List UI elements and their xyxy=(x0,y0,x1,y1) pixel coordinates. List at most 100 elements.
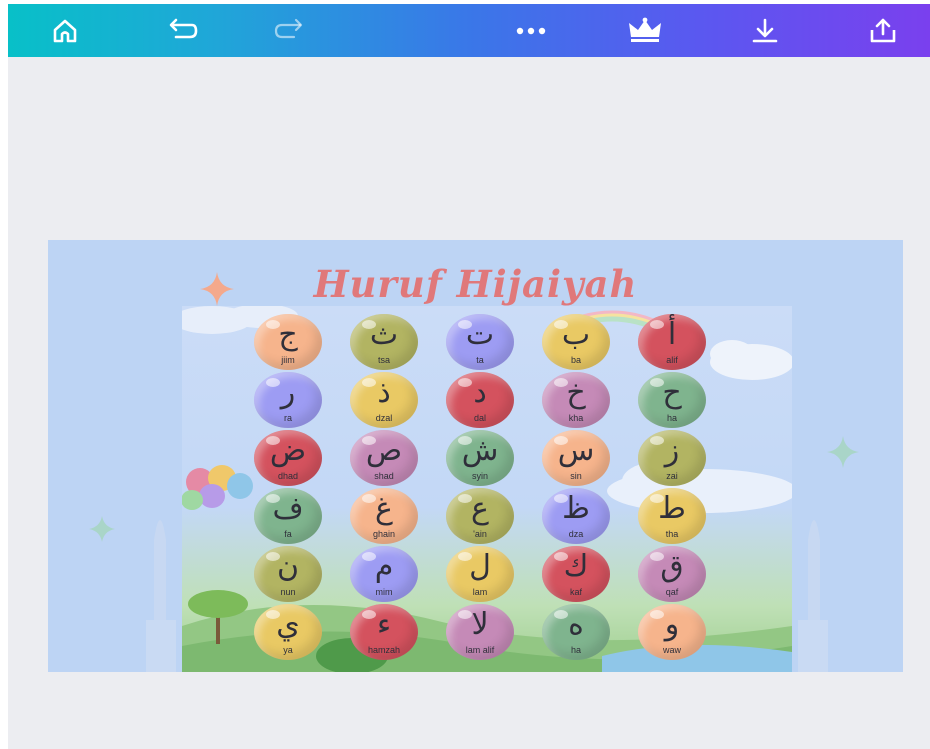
letter-name: ta xyxy=(476,355,484,365)
letter-bubble[interactable]: ظ dza xyxy=(542,488,610,544)
minaret-decoration xyxy=(798,520,828,672)
arabic-letter: ي xyxy=(276,607,300,642)
letter-name: dhad xyxy=(277,471,299,481)
letter-name: kaf xyxy=(569,587,582,597)
letter-name: ba xyxy=(570,355,581,365)
arabic-letter: غ xyxy=(375,491,393,526)
letter-name: dza xyxy=(568,529,584,539)
redo-icon xyxy=(274,18,303,39)
letter-bubble[interactable]: ز zai xyxy=(638,430,706,486)
more-icon xyxy=(516,27,546,35)
letter-bubble[interactable]: ض dhad xyxy=(254,430,322,486)
letter-name: fa xyxy=(284,529,292,539)
letter-bubble[interactable]: ر ra xyxy=(254,372,322,428)
letter-name: alif xyxy=(666,355,678,365)
more-options-button[interactable] xyxy=(510,10,552,52)
minaret-decoration xyxy=(146,520,176,672)
download-button[interactable] xyxy=(744,10,786,52)
letter-bubble[interactable]: ك kaf xyxy=(542,546,610,602)
letter-bubble[interactable]: ل lam xyxy=(446,546,514,602)
letter-bubble[interactable]: ص shad xyxy=(350,430,418,486)
letter-bubble[interactable]: لا lam alif xyxy=(446,604,514,660)
redo-button[interactable] xyxy=(270,10,312,52)
arabic-letter: س xyxy=(557,433,595,468)
letter-name: ghain xyxy=(372,529,396,539)
design-title: Huruf Hijaiyah xyxy=(313,262,638,306)
letter-bubble[interactable]: ج jiim xyxy=(254,314,322,370)
letter-name: qaf xyxy=(665,587,679,597)
undo-button[interactable] xyxy=(160,10,202,52)
arabic-letter: ق xyxy=(660,549,684,584)
letter-name: dal xyxy=(473,413,486,423)
home-icon xyxy=(53,19,77,43)
letter-name: dzal xyxy=(375,413,393,423)
arabic-letter: ع xyxy=(471,491,489,526)
letter-bubble[interactable]: ش syin xyxy=(446,430,514,486)
letter-bubble[interactable]: ث tsa xyxy=(350,314,418,370)
arabic-letter: ذ xyxy=(377,375,391,410)
letter-bubble[interactable]: ن nun xyxy=(254,546,322,602)
letter-name: hamzah xyxy=(367,645,401,655)
undo-icon xyxy=(169,18,198,39)
letter-bubble[interactable]: ت ta xyxy=(446,314,514,370)
arabic-letter: و xyxy=(664,607,680,642)
arabic-letter: ث xyxy=(369,317,399,352)
editor-frame: Huruf Hijaiyah ج jiim ث tsa ت ta ب ba أ … xyxy=(8,4,930,749)
arabic-letter: ن xyxy=(276,549,300,584)
letter-bubble[interactable]: ء hamzah xyxy=(350,604,418,660)
letter-name: ha xyxy=(666,413,677,423)
letter-bubble[interactable]: ع 'ain xyxy=(446,488,514,544)
arabic-letter: ب xyxy=(561,317,591,352)
crown-icon xyxy=(629,17,661,42)
letter-name: jiim xyxy=(281,355,295,365)
download-icon xyxy=(752,18,778,43)
arabic-letter: لا xyxy=(471,607,489,642)
arabic-letter: ش xyxy=(461,433,499,468)
balloons-decoration xyxy=(182,465,253,510)
design-canvas[interactable]: Huruf Hijaiyah ج jiim ث tsa ت ta ب ba أ … xyxy=(48,240,903,672)
letter-bubble[interactable]: و waw xyxy=(638,604,706,660)
arabic-letter: ف xyxy=(272,491,304,526)
letter-bubble[interactable]: أ alif xyxy=(638,314,706,370)
arabic-letter: م xyxy=(374,549,394,584)
letter-name: lam xyxy=(472,587,488,597)
letter-name: sin xyxy=(570,471,582,481)
letter-name: syin xyxy=(471,471,488,481)
letter-bubble[interactable]: م mim xyxy=(350,546,418,602)
letter-name: ra xyxy=(283,413,292,423)
letter-bubble[interactable]: س sin xyxy=(542,430,610,486)
cloud-decoration xyxy=(710,340,792,380)
letter-name: kha xyxy=(568,413,584,423)
letter-bubble[interactable]: غ ghain xyxy=(350,488,418,544)
arabic-letter: ض xyxy=(269,433,307,468)
arabic-letter: ط xyxy=(658,491,686,526)
letter-bubble[interactable]: ف fa xyxy=(254,488,322,544)
letter-name: tsa xyxy=(377,355,390,365)
arabic-letter: ل xyxy=(469,549,491,584)
arabic-letter: ج xyxy=(278,317,298,352)
arabic-letter: ه xyxy=(568,607,584,642)
letter-name: zai xyxy=(666,471,678,481)
letter-bubble[interactable]: ذ dzal xyxy=(350,372,418,428)
premium-button[interactable] xyxy=(624,10,666,52)
letter-bubble[interactable]: ح ha xyxy=(638,372,706,428)
sparkle-decoration xyxy=(827,436,859,468)
letter-bubble[interactable]: د dal xyxy=(446,372,514,428)
letter-bubble[interactable]: خ kha xyxy=(542,372,610,428)
letter-bubble[interactable]: ي ya xyxy=(254,604,322,660)
letter-name: waw xyxy=(662,645,681,655)
arabic-letter: ت xyxy=(465,317,495,352)
arabic-letter: أ xyxy=(667,317,677,352)
letter-bubble[interactable]: ب ba xyxy=(542,314,610,370)
letter-bubble[interactable]: ق qaf xyxy=(638,546,706,602)
top-toolbar xyxy=(8,4,930,57)
arabic-letter: ر xyxy=(280,375,296,410)
arabic-letter: ظ xyxy=(562,491,590,526)
letter-name: ha xyxy=(570,645,581,655)
letter-bubble[interactable]: ه ha xyxy=(542,604,610,660)
letter-name: ya xyxy=(283,645,293,655)
home-button[interactable] xyxy=(44,10,86,52)
letter-bubble[interactable]: ط tha xyxy=(638,488,706,544)
share-button[interactable] xyxy=(862,10,904,52)
letter-name: tha xyxy=(665,529,679,539)
